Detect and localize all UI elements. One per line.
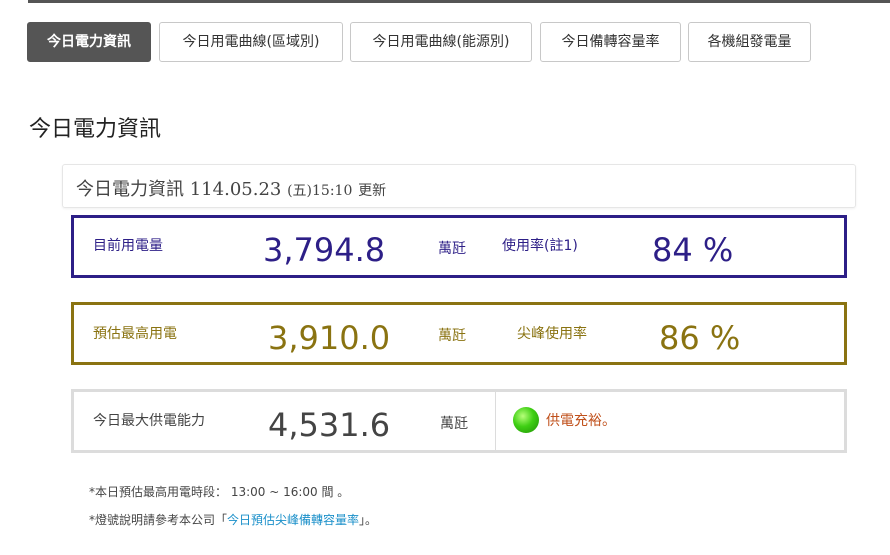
peak-usage-rate-value: 86 %	[659, 319, 741, 357]
current-load-unit: 萬瓩	[438, 241, 466, 257]
tab-power-info[interactable]: 今日電力資訊	[27, 22, 151, 62]
current-usage-rate-value: 84 %	[652, 231, 734, 269]
page-title: 今日電力資訊	[29, 117, 162, 142]
max-supply-value: 4,531.6	[268, 406, 391, 444]
light-note-suffix: 」。	[359, 513, 378, 527]
peak-forecast-unit: 萬瓩	[438, 328, 466, 344]
peak-forecast-value: 3,910.0	[268, 319, 391, 357]
current-load-value: 3,794.8	[263, 231, 386, 269]
tab-unit-generation[interactable]: 各機組發電量	[688, 22, 811, 62]
tab-load-curve-region[interactable]: 今日用電曲線(區域別)	[159, 22, 343, 62]
current-load-box: 目前用電量 3,794.8 萬瓩 使用率(註1) 84 %	[71, 215, 847, 278]
max-supply-label: 今日最大供電能力	[93, 413, 205, 429]
green-light-icon	[513, 407, 539, 433]
info-weekday: (五)	[287, 183, 313, 199]
max-supply-box: 今日最大供電能力 4,531.6 萬瓩 供電充裕。	[71, 389, 847, 453]
info-date: 114.05.23	[189, 179, 282, 200]
current-load-label: 目前用電量	[93, 238, 163, 254]
peak-forecast-box: 預估最高用電 3,910.0 萬瓩 尖峰使用率 86 %	[71, 302, 847, 365]
peak-usage-rate-label: 尖峰使用率	[517, 326, 587, 342]
supply-status-text: 供電充裕。	[546, 413, 616, 429]
light-explanation-note: *燈號說明請參考本公司「今日預估尖峰備轉容量率」。	[89, 511, 377, 528]
reserve-margin-link[interactable]: 今日預估尖峰備轉容量率	[227, 513, 359, 527]
peak-forecast-label: 預估最高用電	[93, 326, 177, 342]
top-divider	[28, 0, 890, 3]
peak-period-note: *本日預估最高用電時段： 13:00 ~ 16:00 間 。	[89, 485, 350, 499]
max-supply-divider	[495, 392, 496, 450]
tab-reserve-margin[interactable]: 今日備轉容量率	[540, 22, 681, 62]
tab-load-curve-energy[interactable]: 今日用電曲線(能源別)	[350, 22, 532, 62]
info-time: 15:10	[312, 183, 353, 199]
info-updated-label: 更新	[358, 183, 387, 199]
info-header: 今日電力資訊 114.05.23 (五)15:10 更新	[62, 164, 856, 208]
info-title-text: 今日電力資訊	[76, 179, 184, 200]
light-note-prefix: *燈號說明請參考本公司「	[89, 513, 228, 527]
max-supply-unit: 萬瓩	[440, 416, 468, 432]
current-usage-rate-label: 使用率(註1)	[502, 238, 578, 254]
info-header-title: 今日電力資訊 114.05.23 (五)15:10 更新	[76, 175, 386, 201]
